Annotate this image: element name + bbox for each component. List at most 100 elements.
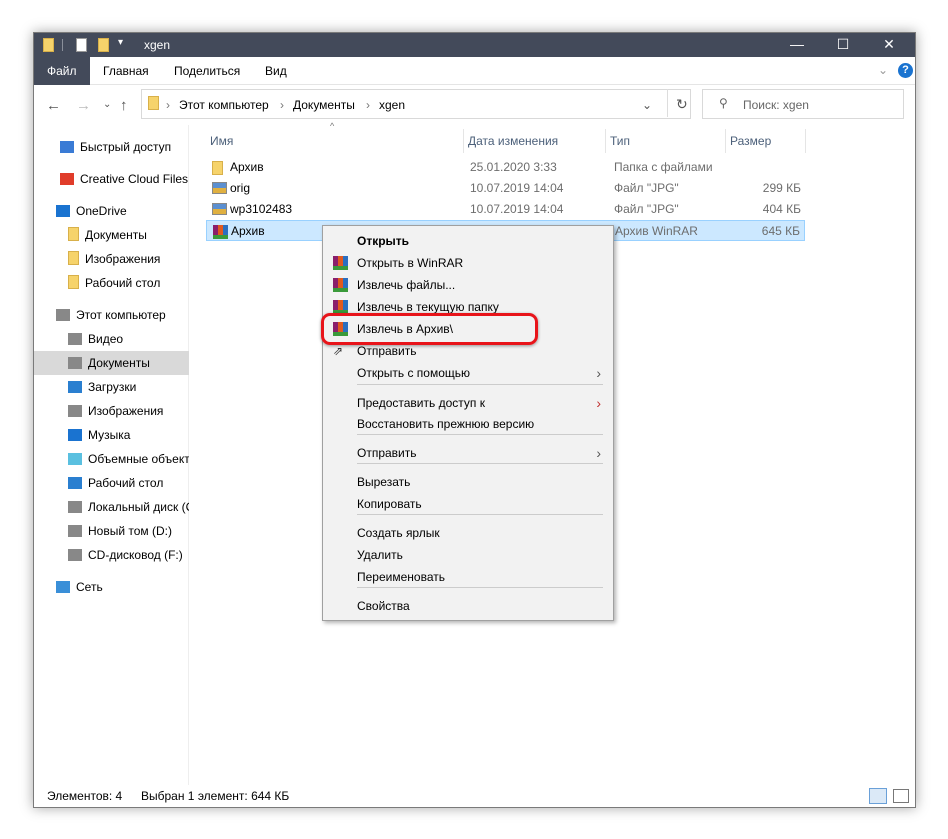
forward-icon[interactable]: → — [76, 97, 91, 114]
chevron-right-icon: › — [596, 365, 601, 381]
sidebar-item-label: Загрузки — [88, 380, 137, 394]
divider — [62, 39, 63, 51]
desktop-icon — [68, 477, 82, 489]
recent-dropdown-icon[interactable]: ⌄ — [103, 99, 111, 110]
properties-icon[interactable] — [76, 38, 87, 52]
navigation-pane: Быстрый доступ Creative Cloud Files OneDri… — [34, 125, 189, 785]
image-icon — [212, 203, 227, 215]
sidebar-item[interactable]: Creative Cloud Files — [34, 167, 189, 191]
search-input[interactable]: ⚲ Поиск: xgen — [702, 89, 904, 119]
item-count: Элементов: 4 — [47, 789, 123, 803]
pictures-icon — [68, 405, 82, 417]
sidebar-item[interactable]: Рабочий стол — [34, 471, 189, 495]
context-menu-item[interactable]: Копировать — [323, 493, 613, 515]
sidebar-item[interactable]: Загрузки — [34, 375, 189, 399]
menu-separator — [357, 463, 603, 464]
sidebar-item[interactable]: Музыка — [34, 423, 189, 447]
sidebar-item[interactable]: Документы — [34, 223, 189, 247]
context-menu-item[interactable]: Переименовать — [323, 566, 613, 588]
menu-separator — [357, 384, 603, 385]
column-date[interactable]: Дата изменения — [464, 129, 606, 153]
file-row[interactable]: wp3102483 10.07.2019 14:04 Файл "JPG" 404 К… — [206, 199, 805, 220]
sidebar-item[interactable]: Новый том (D:) — [34, 519, 189, 543]
up-icon[interactable]: ↑ — [120, 97, 128, 114]
context-menu-item[interactable]: Открыть в WinRAR — [323, 252, 613, 274]
column-type[interactable]: Тип — [606, 129, 726, 153]
sidebar-item[interactable]: Видео — [34, 327, 189, 351]
sidebar-item[interactable]: Локальный диск (C — [34, 495, 189, 519]
sidebar-item[interactable]: Сеть — [34, 575, 189, 599]
sidebar-item-label: Сеть — [76, 580, 103, 594]
search-icon: ⚲ — [719, 96, 728, 110]
details-view-icon[interactable] — [869, 788, 887, 804]
context-menu-item[interactable]: Отправить › — [323, 442, 613, 464]
file-type: Папка с файлами — [614, 160, 713, 174]
breadcrumb-this-pc[interactable]: Этот компьютер — [179, 98, 269, 112]
file-row[interactable]: orig 10.07.2019 14:04 Файл "JPG" 299 КБ — [206, 178, 805, 199]
sidebar-item-label: Новый том (D:) — [88, 524, 172, 538]
sidebar-item[interactable]: Изображения — [34, 399, 189, 423]
customize-dropdown-icon[interactable]: ▾ — [118, 37, 123, 48]
sidebar-item[interactable]: Объемные объект — [34, 447, 189, 471]
tab-file[interactable]: Файл — [34, 57, 90, 85]
chevron-right-icon: › — [596, 395, 601, 411]
chevron-right-icon: › — [596, 445, 601, 461]
context-menu-item[interactable]: Свойства — [323, 595, 613, 617]
expand-ribbon-icon[interactable]: ⌄ — [878, 63, 888, 77]
sidebar-item-label: Изображения — [85, 252, 161, 266]
winrar-icon — [333, 256, 348, 270]
context-menu-item[interactable]: Удалить — [323, 544, 613, 566]
folder-icon — [43, 38, 54, 52]
context-menu-item[interactable]: Открыть с помощью › — [323, 362, 613, 384]
menu-separator — [357, 514, 603, 515]
navigation-bar: ← → ⌄ ↑ › Этот компьютер › Документы › x… — [34, 85, 915, 125]
context-menu-item[interactable]: Вырезать — [323, 471, 613, 493]
context-menu-label: Извлечь в текущую папку — [357, 300, 499, 314]
context-menu-label: Открыть в WinRAR — [357, 256, 464, 270]
context-menu-label: Удалить — [357, 548, 403, 562]
breadcrumb-documents[interactable]: Документы — [293, 98, 355, 112]
sidebar-item[interactable]: Документы — [34, 351, 189, 375]
tab-share[interactable]: Поделиться — [161, 57, 253, 85]
drive-icon — [68, 525, 82, 537]
chevron-icon: › — [166, 98, 170, 112]
tab-home[interactable]: Главная — [90, 57, 162, 85]
search-placeholder: Поиск: xgen — [743, 98, 809, 112]
new-folder-icon[interactable] — [98, 38, 109, 52]
sidebar-item[interactable]: OneDrive — [34, 199, 189, 223]
menu-separator — [357, 434, 603, 435]
download-icon — [68, 381, 82, 393]
context-menu-item[interactable]: Восстановить прежнюю версию — [323, 413, 613, 435]
minimize-button[interactable]: — — [774, 33, 820, 57]
folder-icon — [212, 161, 223, 175]
maximize-button[interactable]: ☐ — [820, 33, 866, 57]
context-menu-item[interactable]: Предоставить доступ к › — [323, 392, 613, 414]
chevron-down-icon[interactable]: ⌄ — [642, 98, 652, 112]
sidebar-item[interactable]: Быстрый доступ — [34, 135, 189, 159]
sidebar-item[interactable]: Изображения — [34, 247, 189, 271]
refresh-icon[interactable]: ↻ — [676, 96, 688, 113]
sidebar-item[interactable]: Рабочий стол — [34, 271, 189, 295]
drive-icon — [68, 501, 82, 513]
sidebar-item[interactable]: Этот компьютер — [34, 303, 189, 327]
context-menu-label: Отправить — [357, 344, 417, 358]
context-menu-item[interactable]: Извлечь файлы... — [323, 274, 613, 296]
sidebar-item[interactable]: CD-дисковод (F:) — [34, 543, 189, 567]
breadcrumb-xgen[interactable]: xgen — [379, 98, 405, 112]
back-icon[interactable]: ← — [46, 97, 61, 114]
context-menu-item[interactable]: Создать ярлык — [323, 522, 613, 544]
file-row[interactable]: Архив 25.01.2020 3:33 Папка с файлами — [206, 157, 805, 178]
window-title: xgen — [144, 38, 171, 52]
column-name[interactable]: Имя — [206, 129, 464, 153]
help-icon[interactable]: ? — [898, 63, 913, 78]
close-button[interactable]: ✕ — [866, 33, 912, 57]
context-menu-label: Копировать — [357, 497, 422, 511]
context-menu: Открыть Открыть в WinRAR Извлечь файлы... И… — [322, 225, 614, 621]
column-size[interactable]: Размер — [726, 129, 806, 153]
large-icons-view-icon[interactable] — [893, 789, 909, 803]
context-menu-label: Открыть — [357, 234, 410, 248]
sidebar-item-label: Видео — [88, 332, 124, 346]
context-menu-item[interactable]: Открыть — [323, 230, 613, 252]
address-bar[interactable]: › Этот компьютер › Документы › xgen ⌄ ↻ — [141, 89, 691, 119]
tab-view[interactable]: Вид — [252, 57, 300, 85]
